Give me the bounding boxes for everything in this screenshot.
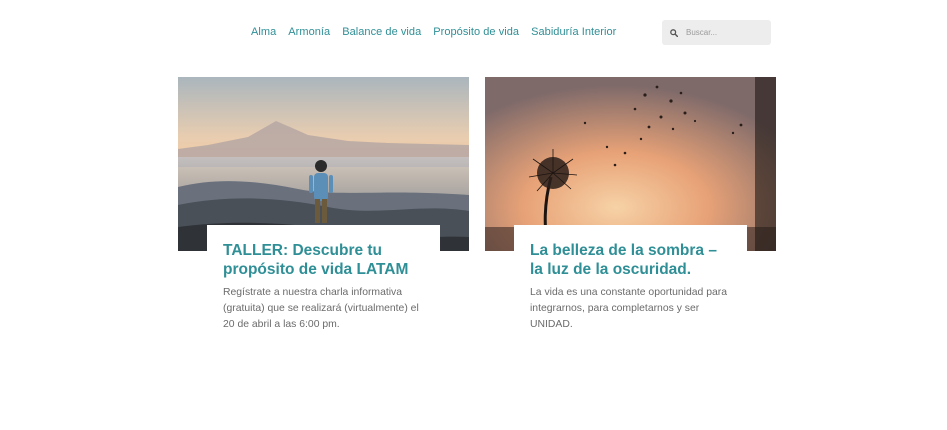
- post-1-card: TALLER: Descubre tu propósito de vida LA…: [207, 225, 440, 335]
- post-2-excerpt: La vida es una constante oportunidad par…: [530, 287, 727, 330]
- post-2-title[interactable]: La belleza de la sombra – la luz de la o…: [530, 241, 731, 279]
- nav-item-proposito-de-vida[interactable]: Propósito de vida: [433, 26, 519, 38]
- post-1-title[interactable]: TALLER: Descubre tu propósito de vida LA…: [223, 241, 424, 279]
- post-1-excerpt: Regístrate a nuestra charla informativa …: [223, 287, 419, 330]
- search-input[interactable]: [686, 28, 766, 37]
- nav-item-sabiduria-interior[interactable]: Sabiduría Interior: [531, 26, 616, 38]
- nav-item-alma[interactable]: Alma: [251, 26, 276, 38]
- post-2-card: La belleza de la sombra – la luz de la o…: [514, 225, 747, 335]
- search-box[interactable]: [662, 20, 771, 45]
- search-icon: [670, 28, 678, 37]
- nav-item-armonia[interactable]: Armonía: [288, 26, 330, 38]
- nav-item-balance-de-vida[interactable]: Balance de vida: [342, 26, 421, 38]
- main-nav: Alma Armonía Balance de vida Propósito d…: [251, 26, 616, 38]
